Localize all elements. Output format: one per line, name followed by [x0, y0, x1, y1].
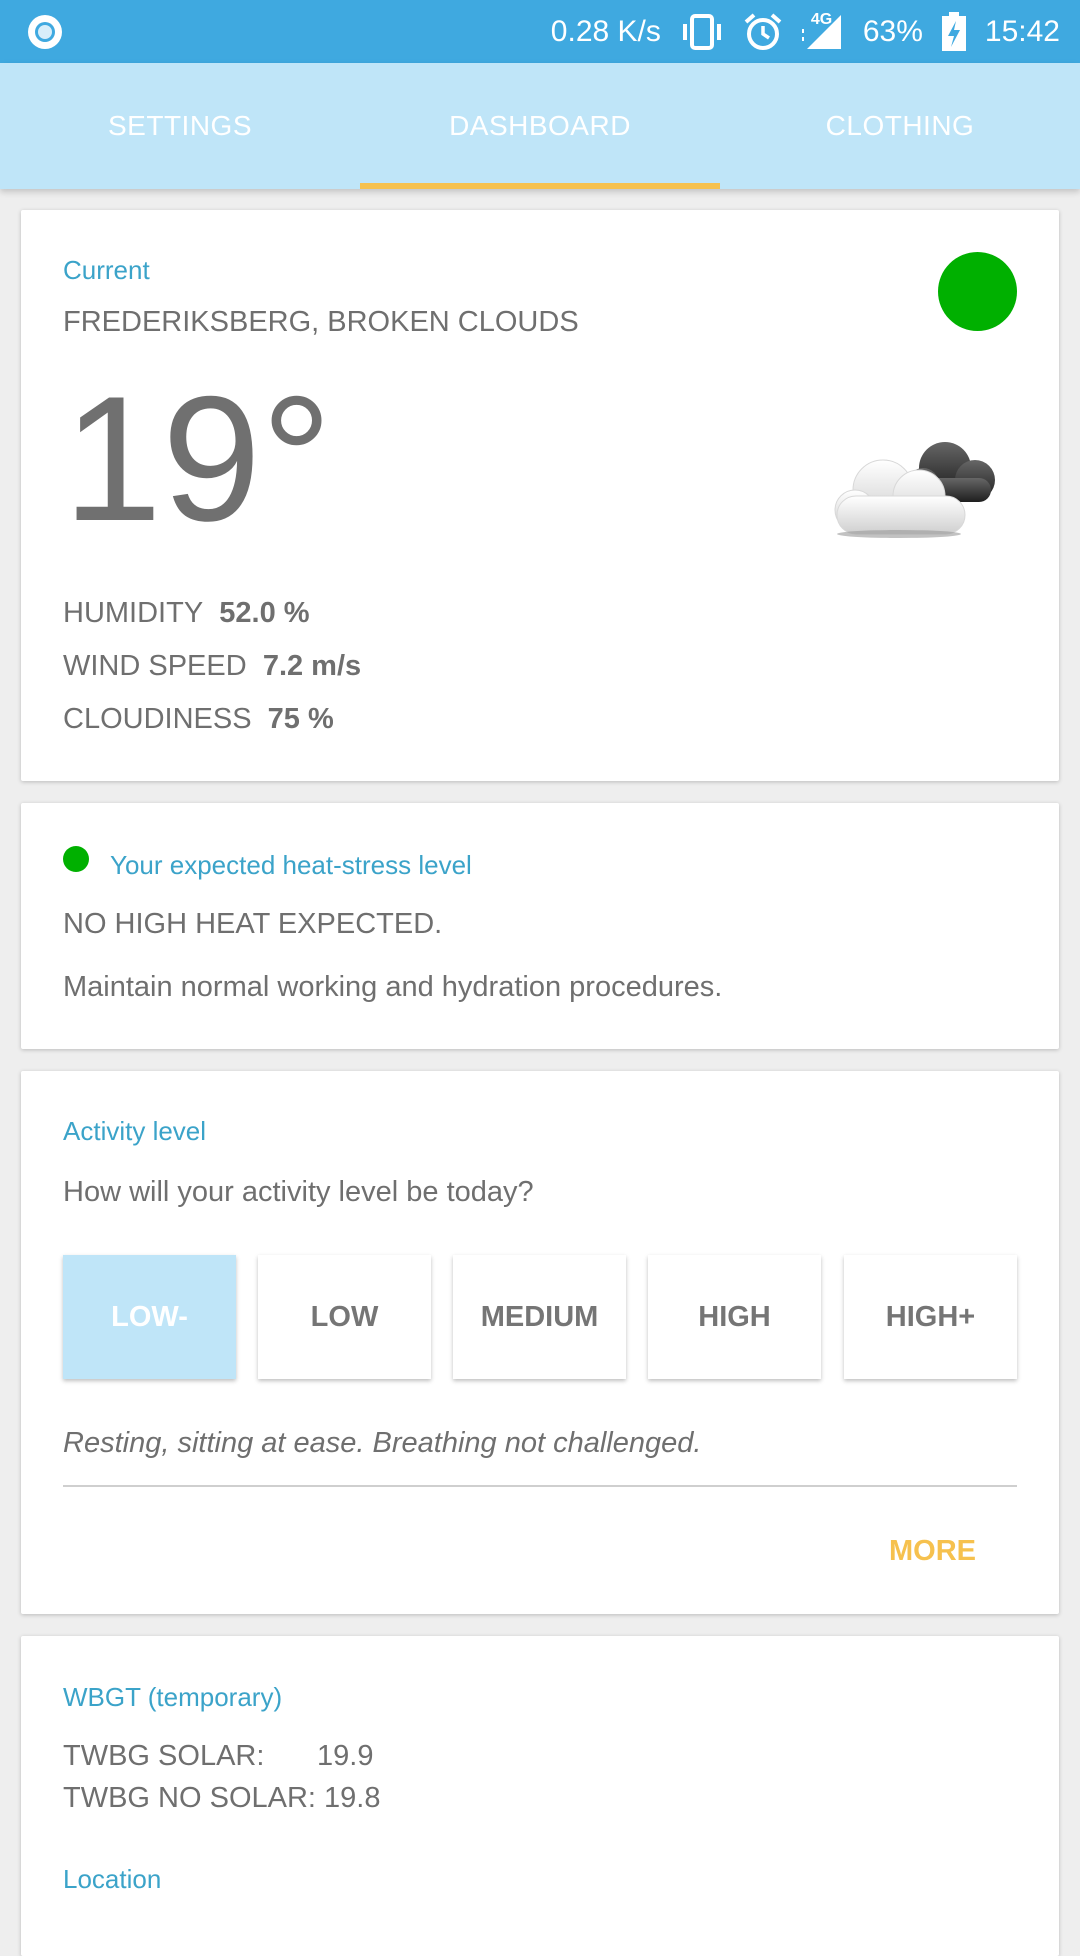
temperature: 19° [63, 359, 333, 558]
alarm-icon [743, 12, 783, 51]
activity-question: How will your activity level be today? [63, 1176, 534, 1208]
broken-clouds-icon [827, 430, 1007, 545]
twbg-nosolar-label: TWBG NO SOLAR: [63, 1782, 316, 1814]
twbg-solar-row: TWBG SOLAR: 19.9 [63, 1740, 373, 1773]
wind-label: WIND SPEED [63, 650, 247, 682]
tab-dashboard[interactable]: DASHBOARD [360, 63, 720, 189]
twbg-solar-label: TWBG SOLAR: [63, 1740, 265, 1772]
level-low-minus-button[interactable]: LOW- [63, 1255, 236, 1379]
status-indicator-dot [938, 252, 1017, 331]
battery-percent: 63% [862, 14, 923, 48]
wind-value: 7.2 m/s [262, 650, 362, 682]
current-caption: Current [63, 255, 150, 285]
activity-description: Resting, sitting at ease. Breathing not … [63, 1427, 702, 1459]
tab-bar: SETTINGS DASHBOARD CLOTHING [0, 63, 1080, 189]
activity-caption: Activity level [63, 1116, 207, 1146]
wind-row: WIND SPEED 7.2 m/s [63, 650, 361, 683]
level-high-button[interactable]: HIGH [648, 1255, 821, 1379]
net-speed: 0.28 K/s [550, 14, 661, 48]
activity-level-selector: LOW- LOW MEDIUM HIGH HIGH+ [63, 1255, 1017, 1379]
level-medium-button[interactable]: MEDIUM [453, 1255, 626, 1379]
wbgt-caption: WBGT (temporary) [63, 1682, 283, 1712]
more-button[interactable]: MORE [889, 1535, 976, 1568]
humidity-row: HUMIDITY 52.0 % [63, 597, 310, 630]
level-high-plus-button[interactable]: HIGH+ [844, 1255, 1017, 1379]
divider [63, 1485, 1017, 1487]
status-bar: 0.28 K/s 4G 63% 15:42 [0, 0, 1080, 63]
current-weather-card: Current FREDERIKSBERG, BROKEN CLOUDS 19°… [21, 210, 1059, 781]
location-conditions: FREDERIKSBERG, BROKEN CLOUDS [63, 306, 579, 338]
network-type: 4G [810, 10, 833, 28]
heat-stress-advice: Maintain normal working and hydration pr… [63, 971, 723, 1003]
tab-clothing[interactable]: CLOTHING [720, 63, 1080, 189]
twbg-solar-value: 19.9 [317, 1740, 374, 1772]
wbgt-card: WBGT (temporary) TWBG SOLAR: 19.9 TWBG NO… [21, 1636, 1059, 1956]
location-caption: Location [63, 1864, 162, 1894]
heat-stress-dot [63, 846, 89, 872]
heat-stress-card: Your expected heat-stress level NO HIGH … [21, 803, 1059, 1049]
tab-settings[interactable]: SETTINGS [0, 63, 360, 189]
activity-card: Activity level How will your activity le… [21, 1071, 1059, 1614]
cloudiness-label: CLOUDINESS [63, 703, 252, 735]
vibrate-icon [679, 13, 725, 50]
twbg-nosolar-row: TWBG NO SOLAR: 19.8 [63, 1782, 381, 1815]
cloudiness-value: 75 % [267, 703, 334, 735]
level-low-button[interactable]: LOW [258, 1255, 431, 1379]
humidity-label: HUMIDITY [63, 597, 204, 629]
battery-charging-icon [941, 11, 967, 52]
clock: 15:42 [984, 14, 1060, 48]
cloudiness-row: CLOUDINESS 75 % [63, 703, 334, 736]
twbg-nosolar-value: 19.8 [324, 1782, 381, 1814]
signal-icon: 4G [801, 10, 845, 51]
heat-stress-headline: NO HIGH HEAT EXPECTED. [63, 908, 443, 940]
heat-stress-caption: Your expected heat-stress level [110, 850, 472, 880]
humidity-value: 52.0 % [219, 597, 310, 629]
app-circle-icon [26, 13, 64, 51]
active-tab-indicator [360, 183, 720, 189]
